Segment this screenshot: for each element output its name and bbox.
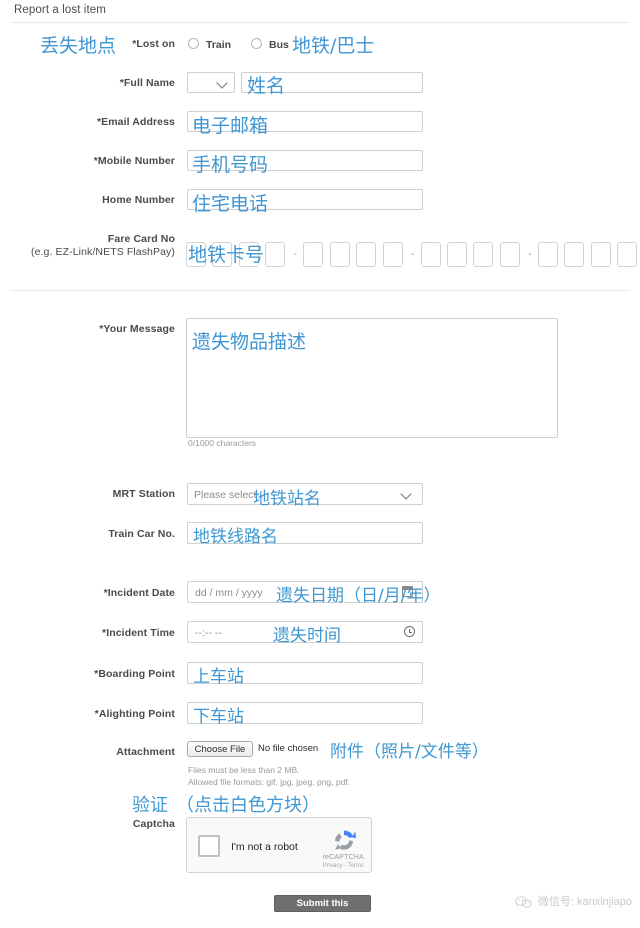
annotation-captcha-hint: （点击白色方块） bbox=[176, 795, 320, 816]
mrt-station-label: MRT Station bbox=[112, 488, 175, 500]
header-divider bbox=[10, 22, 630, 23]
fare-card-box[interactable] bbox=[617, 242, 638, 267]
fare-card-label-line1: Fare Card No bbox=[107, 233, 175, 245]
fare-card-label-line2: (e.g. EZ-Link/NETS FlashPay) bbox=[30, 246, 175, 258]
fare-card-box[interactable] bbox=[564, 242, 585, 267]
alighting-point-input[interactable] bbox=[187, 702, 423, 724]
fare-card-number-input-group[interactable]: - - - bbox=[186, 242, 639, 268]
email-label: *Email Address bbox=[96, 116, 175, 128]
fare-card-separator: - bbox=[293, 249, 297, 260]
submit-button[interactable]: Submit this message bbox=[274, 895, 371, 925]
train-car-input[interactable] bbox=[187, 522, 423, 544]
recaptcha-checkbox-label: I'm not a robot bbox=[231, 841, 298, 853]
watermark-text: 微信号: kanxinjiapo bbox=[537, 896, 632, 908]
fare-card-box[interactable] bbox=[238, 242, 259, 267]
radio-bus[interactable] bbox=[251, 38, 262, 49]
fare-card-box[interactable] bbox=[212, 242, 233, 267]
fare-card-box[interactable] bbox=[473, 242, 494, 267]
fare-card-box[interactable] bbox=[590, 242, 611, 267]
captcha-label: Captcha bbox=[132, 818, 175, 830]
file-help-size: Files must be less than 2 MB. bbox=[188, 765, 300, 775]
mobile-label: *Mobile Number bbox=[93, 155, 175, 167]
boarding-point-label: *Boarding Point bbox=[94, 668, 175, 680]
incident-time-input[interactable]: --:-- -- bbox=[187, 621, 423, 643]
file-status-text: No file chosen bbox=[258, 743, 319, 754]
file-help-formats: Allowed file formats: gif, jpg, jpeg, pn… bbox=[188, 777, 351, 787]
radio-train[interactable] bbox=[188, 38, 199, 49]
fare-card-box[interactable] bbox=[186, 242, 206, 267]
fare-card-box[interactable] bbox=[356, 242, 377, 267]
home-number-input[interactable] bbox=[187, 189, 423, 210]
fare-card-box[interactable] bbox=[303, 242, 324, 267]
annotation-train-bus: 地铁/巴士 bbox=[292, 35, 375, 57]
fare-card-box[interactable] bbox=[329, 242, 350, 267]
mrt-station-selected-value: Please select bbox=[194, 489, 257, 501]
wechat-icon bbox=[515, 895, 532, 908]
chevron-down-icon bbox=[400, 488, 412, 500]
incident-time-label: *Incident Time bbox=[102, 627, 175, 639]
clock-icon[interactable] bbox=[404, 626, 415, 637]
chevron-down-icon bbox=[216, 77, 228, 89]
incident-time-placeholder: --:-- -- bbox=[195, 627, 222, 639]
fare-card-box[interactable] bbox=[420, 242, 441, 267]
radio-train-label[interactable]: Train bbox=[206, 39, 231, 51]
choose-file-button[interactable]: Choose File bbox=[187, 741, 253, 757]
radio-bus-label[interactable]: Bus bbox=[269, 39, 289, 51]
incident-date-placeholder: dd / mm / yyyy bbox=[195, 587, 263, 599]
home-number-label: Home Number bbox=[102, 194, 175, 206]
your-message-label: *Your Message bbox=[99, 323, 175, 335]
full-name-input[interactable] bbox=[241, 72, 423, 93]
fare-card-box[interactable] bbox=[446, 242, 467, 267]
mobile-input[interactable] bbox=[187, 150, 423, 171]
recaptcha-icon bbox=[335, 830, 356, 850]
recaptcha-terms-text[interactable]: Privacy - Terms bbox=[323, 863, 364, 869]
fare-card-box[interactable] bbox=[265, 242, 286, 267]
fare-card-separator: - bbox=[528, 249, 532, 260]
character-counter: 0/1000 characters bbox=[188, 438, 257, 448]
fare-card-box[interactable] bbox=[382, 242, 403, 267]
alighting-point-label: *Alighting Point bbox=[94, 708, 175, 720]
lost-on-label: *Lost on bbox=[132, 38, 175, 50]
recaptcha-brand-text: reCAPTCHA bbox=[322, 854, 364, 861]
boarding-point-input[interactable] bbox=[187, 662, 423, 684]
recaptcha-widget[interactable]: I'm not a robot reCAPTCHA Privacy - Term… bbox=[186, 817, 372, 873]
mrt-station-select[interactable]: Please select bbox=[187, 483, 423, 505]
calendar-icon[interactable] bbox=[402, 586, 413, 597]
recaptcha-checkbox[interactable] bbox=[198, 835, 220, 857]
title-select[interactable] bbox=[187, 72, 235, 93]
section-divider bbox=[10, 290, 630, 291]
incident-date-label: *Incident Date bbox=[103, 587, 175, 599]
annotation-captcha-label: 验证 bbox=[132, 795, 168, 816]
watermark: 微信号: kanxinjiapo bbox=[515, 893, 632, 909]
annotation-attachment: 附件（照片/文件等） bbox=[330, 742, 489, 762]
full-name-label: *Full Name bbox=[119, 77, 175, 89]
your-message-textarea[interactable] bbox=[186, 318, 558, 438]
fare-card-box[interactable] bbox=[537, 242, 558, 267]
attachment-label: Attachment bbox=[116, 746, 175, 758]
train-car-label: Train Car No. bbox=[108, 528, 175, 540]
incident-date-input[interactable]: dd / mm / yyyy bbox=[187, 581, 423, 603]
email-input[interactable] bbox=[187, 111, 423, 132]
fare-card-separator: - bbox=[410, 249, 415, 260]
page-title: Report a lost item bbox=[14, 4, 106, 16]
fare-card-box[interactable] bbox=[499, 242, 520, 267]
